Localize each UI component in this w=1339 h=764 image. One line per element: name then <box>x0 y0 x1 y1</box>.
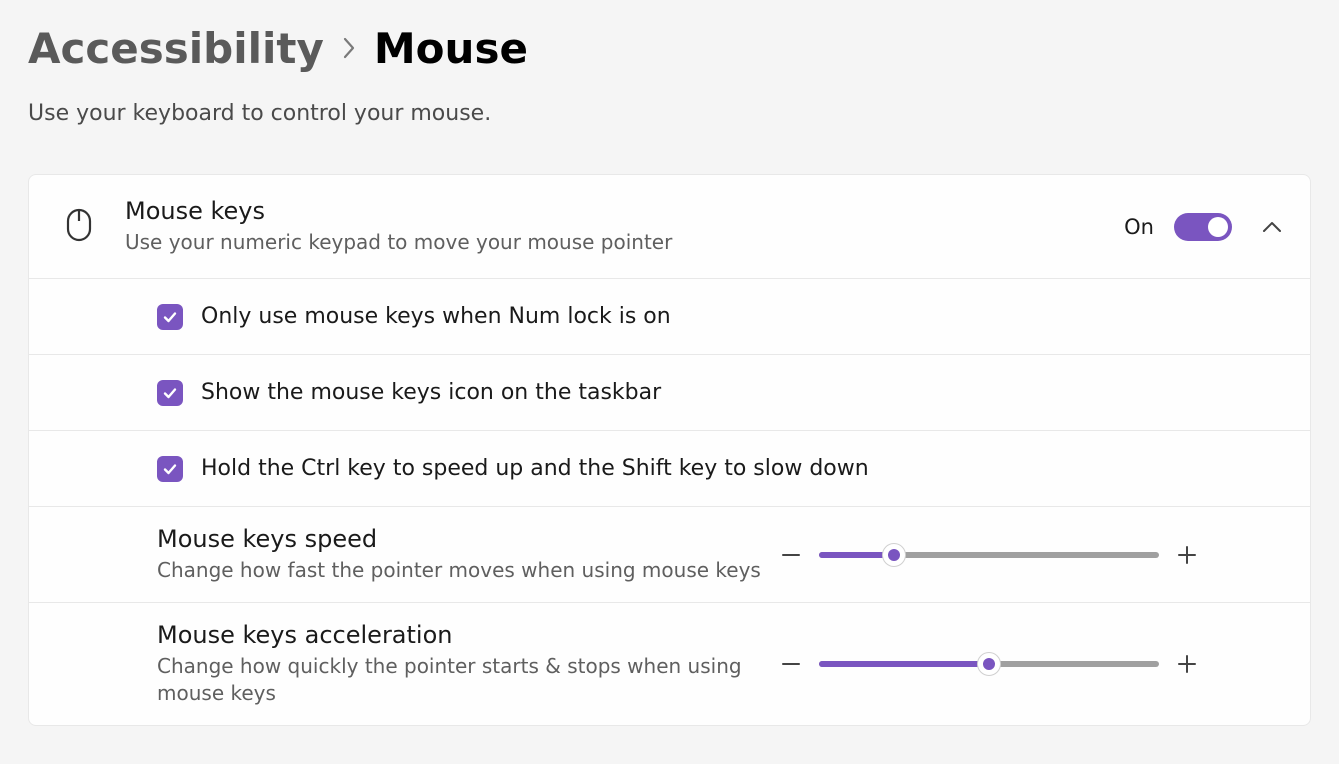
speed-slider-thumb[interactable] <box>882 543 906 567</box>
acceleration-increase-button[interactable] <box>1173 650 1201 678</box>
acceleration-description: Change how quickly the pointer starts & … <box>157 653 777 707</box>
breadcrumb: Accessibility Mouse <box>28 24 1311 73</box>
option-ctrl-shift-label: Hold the Ctrl key to speed up and the Sh… <box>201 456 869 481</box>
option-ctrl-shift-row: Hold the Ctrl key to speed up and the Sh… <box>29 431 1310 507</box>
acceleration-decrease-button[interactable] <box>777 650 805 678</box>
acceleration-slider[interactable] <box>819 661 1159 667</box>
mouse-keys-expander[interactable]: Mouse keys Use your numeric keypad to mo… <box>29 175 1310 279</box>
speed-description: Change how fast the pointer moves when u… <box>157 557 777 584</box>
chevron-right-icon <box>342 33 356 66</box>
acceleration-slider-thumb[interactable] <box>977 652 1001 676</box>
acceleration-title: Mouse keys acceleration <box>157 621 777 649</box>
speed-decrease-button[interactable] <box>777 541 805 569</box>
mouse-keys-toggle-label: On <box>1124 215 1154 239</box>
option-taskbar-icon-checkbox[interactable] <box>157 380 183 406</box>
acceleration-slider-row: Mouse keys acceleration Change how quick… <box>29 603 1310 725</box>
mouse-keys-toggle[interactable] <box>1174 213 1232 241</box>
speed-title: Mouse keys speed <box>157 525 777 553</box>
option-taskbar-icon-label: Show the mouse keys icon on the taskbar <box>201 380 661 405</box>
breadcrumb-parent[interactable]: Accessibility <box>28 24 324 73</box>
option-taskbar-icon-row: Show the mouse keys icon on the taskbar <box>29 355 1310 431</box>
acceleration-slider-fill <box>819 661 989 667</box>
speed-increase-button[interactable] <box>1173 541 1201 569</box>
chevron-up-icon[interactable] <box>1262 217 1282 237</box>
mouse-icon <box>65 207 93 247</box>
mouse-keys-title: Mouse keys <box>125 197 1124 225</box>
option-numlock-row: Only use mouse keys when Num lock is on <box>29 279 1310 355</box>
page-subtitle: Use your keyboard to control your mouse. <box>28 101 1311 126</box>
option-numlock-label: Only use mouse keys when Num lock is on <box>201 304 671 329</box>
settings-card: Mouse keys Use your numeric keypad to mo… <box>28 174 1311 726</box>
mouse-keys-description: Use your numeric keypad to move your mou… <box>125 229 1124 256</box>
page-title: Mouse <box>374 24 528 73</box>
option-ctrl-shift-checkbox[interactable] <box>157 456 183 482</box>
option-numlock-checkbox[interactable] <box>157 304 183 330</box>
speed-slider[interactable] <box>819 552 1159 558</box>
speed-slider-row: Mouse keys speed Change how fast the poi… <box>29 507 1310 603</box>
